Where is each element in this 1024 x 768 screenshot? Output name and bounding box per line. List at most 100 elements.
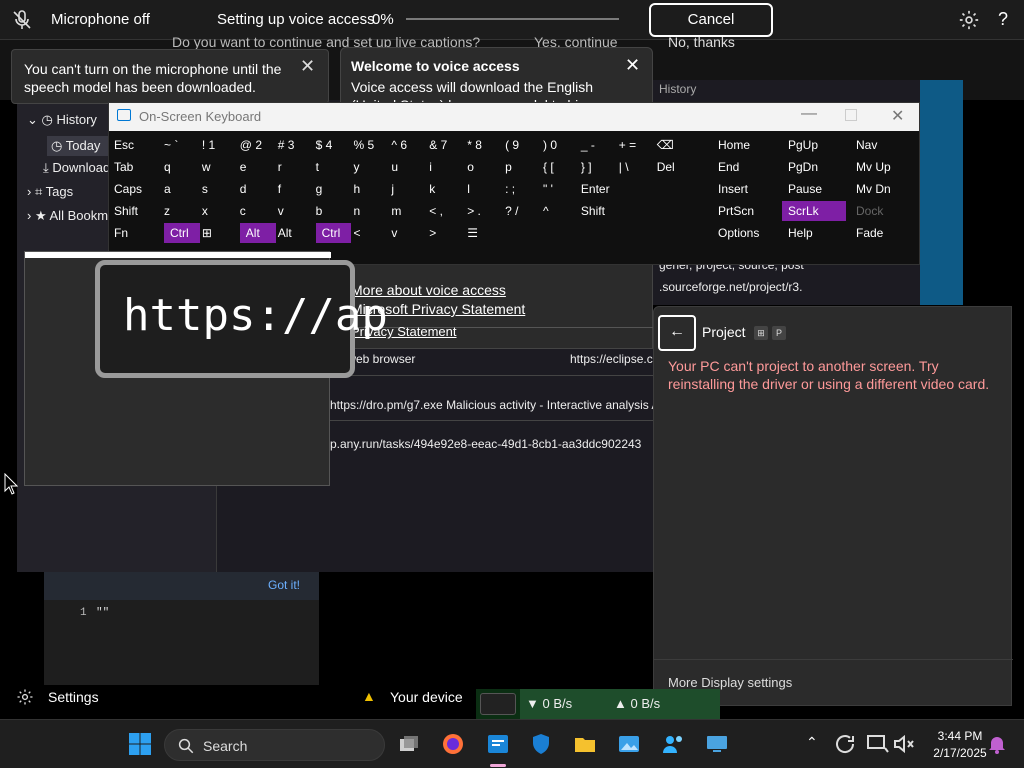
table-cell-url[interactable]: https://eclipse.c [570,352,653,366]
gear-icon[interactable] [958,9,980,31]
osk-key[interactable]: Del [657,157,705,177]
osk-key[interactable]: o [467,157,503,177]
osk-key[interactable]: l [467,179,503,199]
osk-nav-key[interactable]: Home [712,135,776,155]
close-button[interactable]: ✕ [891,106,904,126]
osk-key[interactable]: d [240,179,276,199]
cancel-button[interactable]: Cancel [649,3,773,37]
notification-bell-icon[interactable] [985,732,1009,756]
osk-nav-key[interactable]: ScrLk [782,201,846,221]
photos-icon[interactable] [617,732,641,756]
remote-desktop-icon[interactable] [705,732,729,756]
osk-nav-key[interactable]: Fade [850,223,914,243]
volume-muted-icon[interactable] [892,732,916,756]
osk-key[interactable]: " ' [543,179,579,199]
osk-key[interactable]: x [202,201,238,221]
osk-key[interactable]: Caps [114,179,162,199]
osk-nav-key[interactable]: Mv Dn [850,179,914,199]
close-icon[interactable]: ✕ [300,56,315,77]
camera-icon[interactable] [480,693,516,715]
osk-key[interactable]: ! 1 [202,135,238,155]
maximize-button[interactable] [845,109,857,121]
osk-key[interactable]: k [429,179,465,199]
osk-key[interactable]: f [278,179,314,199]
help-button[interactable]: ? [998,9,1008,30]
chevron-up-icon[interactable]: ⌃ [806,734,818,751]
osk-key[interactable]: a [164,179,200,199]
osk-nav-key[interactable]: PrtScn [712,201,776,221]
file-explorer-icon[interactable] [573,732,597,756]
security-shield-icon[interactable] [529,732,553,756]
table-row[interactable]: https://dro.pm/g7.exe Malicious activity… [330,398,659,412]
osk-key[interactable]: m [391,201,427,221]
osk-key[interactable]: > . [467,201,503,221]
osk-key[interactable]: i [429,157,465,177]
osk-key[interactable]: $ 4 [316,135,352,155]
osk-key[interactable]: ⌫ [657,135,715,155]
osk-nav-key[interactable]: PgDn [782,157,846,177]
osk-key[interactable]: Alt [278,223,314,243]
display-icon[interactable] [866,732,890,756]
osk-nav-key[interactable]: Options [712,223,776,243]
osk-nav-key[interactable]: End [712,157,776,177]
osk-key[interactable]: > [429,223,465,243]
osk-key[interactable]: e [240,157,276,177]
osk-key[interactable]: y [354,157,390,177]
osk-key[interactable]: & 7 [429,135,465,155]
osk-key[interactable]: < [354,223,390,243]
osk-key[interactable]: ☰ [467,223,503,243]
osk-nav-key[interactable]: Dock [850,201,914,221]
osk-key[interactable]: ⊞ [202,223,238,243]
osk-key[interactable]: ( 9 [505,135,541,155]
osk-key[interactable]: Shift [581,201,659,221]
osk-key[interactable]: Alt [239,223,276,243]
task-view-icon[interactable] [397,732,421,756]
got-it-button[interactable]: Got it! [268,578,300,592]
sync-icon[interactable] [833,732,857,756]
osk-key[interactable]: t [316,157,352,177]
osk-nav-key[interactable]: PgUp [782,135,846,155]
osk-key[interactable]: g [316,179,352,199]
osk-key[interactable]: b [316,201,352,221]
osk-key[interactable]: @ 2 [240,135,276,155]
osk-nav-key[interactable]: Help [782,223,846,243]
osk-key[interactable]: # 3 [278,135,314,155]
minimize-button[interactable]: — [801,105,817,123]
back-button[interactable]: ← [658,315,696,351]
osk-key[interactable]: h [354,179,390,199]
close-icon[interactable]: ✕ [625,55,640,76]
osk-key[interactable]: % 5 [354,135,390,155]
osk-key[interactable]: Esc [114,135,162,155]
osk-key[interactable]: u [391,157,427,177]
sidebar-item-downloads[interactable]: ⤓ Downloads [43,160,117,176]
osk-key[interactable]: { [ [543,157,579,177]
osk-key[interactable]: ) 0 [543,135,579,155]
osk-key[interactable]: ^ [543,201,579,221]
taskbar-search[interactable]: Search [164,729,385,761]
osk-key[interactable]: c [240,201,276,221]
osk-key[interactable]: } ] [581,157,617,177]
osk-key[interactable]: * 8 [467,135,503,155]
osk-key[interactable]: Tab [114,157,162,177]
osk-key[interactable]: s [202,179,238,199]
osk-key[interactable]: j [391,179,427,199]
osk-nav-key[interactable]: Insert [712,179,776,199]
osk-nav-key[interactable]: Pause [782,179,846,199]
osk-key[interactable]: _ - [581,135,617,155]
code-line[interactable]: "" [96,607,109,619]
table-row[interactable]: p.any.run/tasks/494e92e8-eeac-49d1-8cb1-… [330,437,641,451]
osk-key[interactable]: v [278,201,314,221]
no-thanks-button[interactable]: No, thanks [668,34,735,50]
osk-key[interactable]: r [278,157,314,177]
osk-key[interactable]: q [164,157,200,177]
osk-key[interactable]: | \ [619,157,655,177]
osk-key[interactable]: z [164,201,200,221]
osk-nav-key[interactable]: Nav [850,135,914,155]
sidebar-item-tags[interactable]: › ⌗ Tags [27,184,73,200]
osk-key[interactable]: v [391,223,427,243]
people-icon[interactable] [661,732,685,756]
osk-key[interactable]: Shift [114,201,162,221]
osk-key[interactable]: p [505,157,541,177]
active-app-icon[interactable] [486,732,510,756]
osk-key[interactable]: n [354,201,390,221]
